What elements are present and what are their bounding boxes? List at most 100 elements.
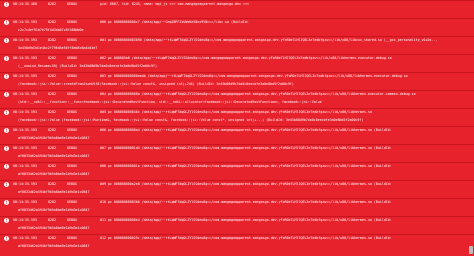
log-row[interactable]: ! 08:14:35.593 8282 DEBUG #06 pc 0000000… <box>0 126 474 144</box>
log-message: #07 pc 00000000001d4 /data/app/~~rtLqWF7… <box>100 146 392 150</box>
log-message-cont: af0033d62a594bf9b5a8ba9e1b9d3e1c0847 <box>18 171 90 176</box>
row-divider <box>0 36 474 37</box>
log-message-cont: af0033d62a594bf9b5a8ba9e1b9d3e1c0847 <box>18 243 90 248</box>
log-timestamp: 08:14:35.460 <box>13 2 37 6</box>
log-row[interactable]: ! 08:14:35.593 8282 DEBUG #05 pc 0000000… <box>0 108 474 126</box>
exclamation-circle-icon: ! <box>4 163 9 169</box>
log-pid: 8282 <box>48 20 56 24</box>
log-level: DEBUG <box>67 236 77 240</box>
log-pid: 8282 <box>48 92 56 96</box>
row-divider <box>0 90 474 91</box>
log-message: #08 pc 000000000001a /data/app/~~rtLqWF7… <box>100 164 392 168</box>
log-row[interactable]: ! 08:14:35.593 8282 DEBUG #10 pc 0000000… <box>0 198 474 216</box>
log-row[interactable]: ! 08:14:35.593 8282 DEBUG #00 pc 0000000… <box>0 18 474 36</box>
log-pid: 8282 <box>48 110 56 114</box>
log-level: DEBUG <box>67 110 77 114</box>
log-level: DEBUG <box>67 128 77 132</box>
row-divider <box>0 180 474 181</box>
log-level: DEBUG <box>67 74 77 78</box>
log-message: #05 pc 000000000046c /data/app/~~rtLqWF7… <box>100 110 372 114</box>
row-divider <box>0 126 474 127</box>
exclamation-circle-icon: ! <box>4 109 9 115</box>
row-divider <box>0 234 474 235</box>
log-row[interactable]: ! 08:14:35.593 8282 DEBUG #03 pc 0000000… <box>0 72 474 90</box>
log-pid: 8282 <box>48 146 56 150</box>
exclamation-circle-icon: ! <box>4 145 9 151</box>
log-message-cont: af0033d62a594bf9b5a8ba9e1b9d3e1c0847 <box>18 135 90 140</box>
log-pid: 8282 <box>48 182 56 186</box>
log-row[interactable]: ! 08:14:35.593 8282 DEBUG #11 pc 0000000… <box>0 216 474 234</box>
log-row[interactable]: ! 08:14:35.593 8282 DEBUG #09 pc 0000000… <box>0 180 474 198</box>
log-level: DEBUG <box>67 20 77 24</box>
log-row[interactable]: ! 08:14:35.593 8282 DEBUG #02 pc 000005a… <box>0 54 474 72</box>
log-message: #12 pc 000000000029c /data/app/~~rtLqWF7… <box>100 236 392 240</box>
log-pid: 8282 <box>48 74 56 78</box>
log-timestamp: 08:14:35.593 <box>13 38 37 42</box>
log-message: #02 pc 000005a6 /data/app/~~rtLqWF7dqOLZ… <box>100 56 392 60</box>
log-level: DEBUG <box>67 164 77 168</box>
log-message: #11 pc 00000000006e4 /data/app/~~rtLqWF7… <box>100 218 392 222</box>
log-timestamp: 08:14:35.593 <box>13 200 37 204</box>
log-message: pid: 8867, tid: 8245, name: mqt_js >>> c… <box>100 2 249 6</box>
row-divider <box>0 198 474 199</box>
exclamation-circle-icon: ! <box>4 217 9 223</box>
log-message-cont: af0033d62a594bf9b5a8ba9e1b9d3e1c0847 <box>18 225 90 230</box>
log-level: DEBUG <box>67 182 77 186</box>
log-message: #04 pc 000000000068a /data/app/~~rtLqWF7… <box>100 92 416 96</box>
log-pid: 8282 <box>48 200 56 204</box>
log-row[interactable]: ! 08:14:35.593 8282 DEBUG #04 pc 0000000… <box>0 90 474 108</box>
log-level: DEBUG <box>67 92 77 96</box>
exclamation-circle-icon: ! <box>4 91 9 97</box>
log-pid: 8282 <box>48 218 56 222</box>
log-message-cont: (facebook::jsi::Value::createFromJsonUtf… <box>18 81 294 86</box>
log-row[interactable]: ! 08:14:35.460 8282 DEBUG pid: 8867, tid… <box>0 0 474 18</box>
exclamation-circle-icon: ! <box>4 1 9 7</box>
exclamation-circle-icon: ! <box>4 73 9 79</box>
log-message: #09 pc 000000000a2e8 /data/app/~~rtLqWF7… <box>100 182 392 186</box>
log-pid: 8282 <box>48 56 56 60</box>
row-divider <box>0 0 474 1</box>
row-divider <box>0 54 474 55</box>
log-timestamp: 08:14:35.593 <box>13 164 37 168</box>
log-message: #01 pc 00000000003090 /data/app/~~rtLqWF… <box>100 38 438 42</box>
exclamation-circle-icon: ! <box>4 181 9 187</box>
log-timestamp: 08:14:35.593 <box>13 236 37 240</box>
log-message-cont: (std::__ndk1::__function::__func<faceboo… <box>18 99 322 104</box>
log-timestamp: 08:14:35.593 <box>13 182 37 186</box>
exclamation-circle-icon: ! <box>4 127 9 133</box>
logcat-list: ! 08:14:35.460 8282 DEBUG pid: 8867, tid… <box>0 0 474 256</box>
log-message: #10 pc 00000000003b0 /data/app/~~rtLqWF7… <box>100 200 392 204</box>
exclamation-circle-icon: ! <box>4 37 9 43</box>
log-timestamp: 08:14:35.593 <box>13 128 37 132</box>
log-row[interactable]: ! 08:14:35.593 8282 DEBUG #01 pc 0000000… <box>0 36 474 54</box>
exclamation-circle-icon: ! <box>4 19 9 25</box>
row-divider <box>0 216 474 217</box>
log-timestamp: 08:14:35.593 <box>13 110 37 114</box>
log-row[interactable]: ! 08:14:35.593 8282 DEBUG #08 pc 0000000… <box>0 162 474 180</box>
log-timestamp: 08:14:35.593 <box>13 218 37 222</box>
log-message-cont: af0033d62a594bf9b5a8ba9e1b9d3e1c0847 <box>18 207 90 212</box>
log-row[interactable]: ! 08:14:35.593 8282 DEBUG #12 pc 0000000… <box>0 234 474 252</box>
row-divider <box>0 18 474 19</box>
scrollbar-thumb[interactable] <box>469 246 473 254</box>
log-timestamp: 08:14:35.593 <box>13 92 37 96</box>
log-timestamp: 08:14:35.593 <box>13 146 37 150</box>
log-message-cont: c2c7c4ef91b7e79f4d3da07c8f488db0e <box>18 27 84 32</box>
log-row[interactable]: ! 08:14:35.593 8282 DEBUG #07 pc 0000000… <box>0 144 474 162</box>
exclamation-circle-icon: ! <box>4 235 9 241</box>
exclamation-circle-icon: ! <box>4 199 9 205</box>
row-divider <box>0 144 474 145</box>
exclamation-circle-icon: ! <box>4 55 9 61</box>
log-timestamp: 08:14:35.593 <box>13 74 37 78</box>
log-message: #03 pc 000000000000aedb /data/app/~~rtLq… <box>100 74 408 78</box>
log-level: DEBUG <box>67 2 77 6</box>
log-level: DEBUG <box>67 200 77 204</box>
row-divider <box>0 72 474 73</box>
log-level: DEBUG <box>67 38 77 42</box>
log-pid: 8282 <box>48 2 56 6</box>
log-message-cont: (facebook::jsi::Value (facebook::jsi::Ru… <box>18 117 364 122</box>
log-message-cont: (__unwind_Resume+50) (BuildId: 5e45b08d9… <box>18 63 157 68</box>
log-pid: 8282 <box>48 236 56 240</box>
log-message-cont: af0033d62a594bf9b5a8ba9e1b9d3e1c0847 <box>18 153 90 158</box>
log-pid: 8282 <box>48 164 56 168</box>
